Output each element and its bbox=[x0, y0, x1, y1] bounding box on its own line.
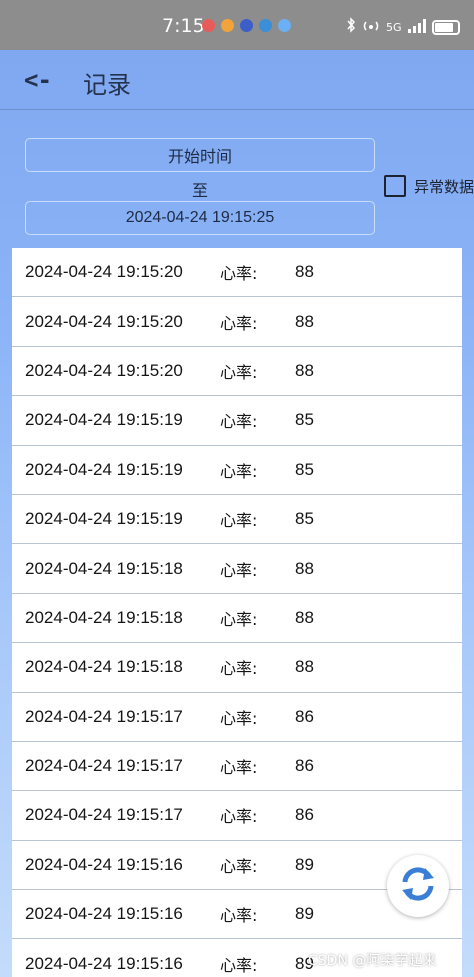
heart-rate-label: 心率: bbox=[220, 708, 258, 728]
status-bar: 7:15 5G bbox=[0, 0, 474, 50]
heart-rate-value: 86 bbox=[295, 756, 314, 776]
heart-rate-value: 85 bbox=[295, 509, 314, 529]
heart-rate-value: 88 bbox=[295, 360, 314, 380]
heart-rate-label: 心率: bbox=[220, 560, 258, 580]
heart-rate-value: 85 bbox=[295, 459, 314, 479]
record-time: 2024-04-24 19:15:18 bbox=[25, 607, 183, 627]
heart-rate-label: 心率: bbox=[220, 313, 258, 333]
heart-rate-value: 89 bbox=[295, 854, 314, 874]
notification-shield-icon bbox=[259, 19, 272, 32]
heart-rate-label: 心率: bbox=[220, 906, 258, 926]
record-row[interactable]: 2024-04-24 19:15:19 心率: 85 bbox=[12, 494, 462, 545]
notification-blue-icon bbox=[240, 19, 253, 32]
notification-orange-icon bbox=[221, 19, 234, 32]
record-time: 2024-04-24 19:15:19 bbox=[25, 459, 183, 479]
end-time-button[interactable]: 2024-04-24 19:15:25 bbox=[25, 201, 375, 235]
back-arrow-icon[interactable]: <- bbox=[24, 66, 52, 94]
app-bar: <- 记录 bbox=[0, 50, 474, 110]
heart-rate-label: 心率: bbox=[220, 807, 258, 827]
record-row[interactable]: 2024-04-24 19:15:19 心率: 85 bbox=[12, 396, 462, 446]
record-row[interactable]: 2024-04-24 19:15:19 心率: 85 bbox=[12, 445, 462, 495]
heart-rate-label: 心率: bbox=[220, 264, 258, 284]
record-time: 2024-04-24 19:15:16 bbox=[25, 953, 183, 973]
heart-rate-label: 心率: bbox=[220, 758, 258, 778]
battery-icon bbox=[431, 19, 460, 35]
abnormal-data-toggle[interactable]: 异常数据 bbox=[384, 175, 474, 197]
heart-rate-value: 88 bbox=[295, 311, 314, 331]
record-row[interactable]: 2024-04-24 19:15:18 心率: 88 bbox=[12, 544, 462, 594]
heart-rate-value: 86 bbox=[295, 706, 314, 726]
heart-rate-value: 88 bbox=[295, 262, 314, 282]
record-time: 2024-04-24 19:15:19 bbox=[25, 410, 183, 430]
record-time: 2024-04-24 19:15:17 bbox=[25, 805, 183, 825]
record-row[interactable]: 2024-04-24 19:15:18 心率: 88 bbox=[12, 643, 462, 693]
status-system-icons: 5G bbox=[346, 17, 460, 37]
heart-rate-label: 心率: bbox=[220, 412, 258, 432]
record-row[interactable]: 2024-04-24 19:15:17 心率: 86 bbox=[12, 791, 462, 841]
range-separator-label: 至 bbox=[191, 181, 208, 200]
record-time: 2024-04-24 19:15:19 bbox=[25, 509, 183, 529]
page-title: 记录 bbox=[83, 71, 131, 99]
record-time: 2024-04-24 19:15:20 bbox=[25, 360, 183, 380]
watermark: CSDN @阿柒学起来 bbox=[308, 953, 437, 969]
notification-red-icon bbox=[202, 19, 215, 32]
status-notification-icons bbox=[202, 19, 291, 32]
record-time: 2024-04-24 19:15:20 bbox=[25, 311, 183, 331]
record-time: 2024-04-24 19:15:16 bbox=[25, 854, 183, 874]
hotspot-icon bbox=[362, 17, 380, 37]
cloud-icon bbox=[278, 19, 291, 32]
record-row[interactable]: 2024-04-24 19:15:20 心率: 88 bbox=[12, 248, 462, 298]
abnormal-data-checkbox[interactable] bbox=[384, 175, 406, 197]
refresh-button[interactable] bbox=[387, 855, 449, 917]
heart-rate-label: 心率: bbox=[220, 362, 258, 382]
abnormal-data-label: 异常数据 bbox=[414, 177, 474, 196]
record-time: 2024-04-24 19:15:20 bbox=[25, 262, 183, 282]
heart-rate-value: 88 bbox=[295, 607, 314, 627]
bluetooth-icon bbox=[346, 17, 356, 37]
record-screen: <- 记录 开始时间 至 2024-04-24 19:15:25 异常数据 20… bbox=[0, 50, 474, 977]
heart-rate-label: 心率: bbox=[220, 659, 258, 679]
heart-rate-value: 85 bbox=[295, 410, 314, 430]
record-time: 2024-04-24 19:15:18 bbox=[25, 657, 183, 677]
record-time: 2024-04-24 19:15:17 bbox=[25, 706, 183, 726]
record-row[interactable]: 2024-04-24 19:15:20 心率: 88 bbox=[12, 297, 462, 347]
heart-rate-label: 心率: bbox=[220, 609, 258, 629]
heart-rate-label: 心率: bbox=[220, 461, 258, 481]
start-time-button[interactable]: 开始时间 bbox=[25, 138, 375, 172]
status-time: 7:15 bbox=[162, 15, 205, 37]
network-type: 5G bbox=[386, 20, 402, 34]
record-row[interactable]: 2024-04-24 19:15:18 心率: 88 bbox=[12, 593, 462, 644]
record-row[interactable]: 2024-04-24 19:15:17 心率: 86 bbox=[12, 692, 462, 742]
heart-rate-label: 心率: bbox=[220, 955, 258, 975]
signal-icon bbox=[407, 18, 426, 37]
heart-rate-value: 88 bbox=[295, 657, 314, 677]
record-row[interactable]: 2024-04-24 19:15:20 心率: 88 bbox=[12, 346, 462, 397]
record-time: 2024-04-24 19:15:16 bbox=[25, 904, 183, 924]
heart-rate-value: 86 bbox=[295, 805, 314, 825]
heart-rate-value: 89 bbox=[295, 904, 314, 924]
heart-rate-value: 88 bbox=[295, 558, 314, 578]
record-time: 2024-04-24 19:15:17 bbox=[25, 756, 183, 776]
refresh-icon bbox=[396, 862, 440, 910]
record-time: 2024-04-24 19:15:18 bbox=[25, 558, 183, 578]
heart-rate-label: 心率: bbox=[220, 856, 258, 876]
record-row[interactable]: 2024-04-24 19:15:17 心率: 86 bbox=[12, 741, 462, 792]
heart-rate-label: 心率: bbox=[220, 511, 258, 531]
